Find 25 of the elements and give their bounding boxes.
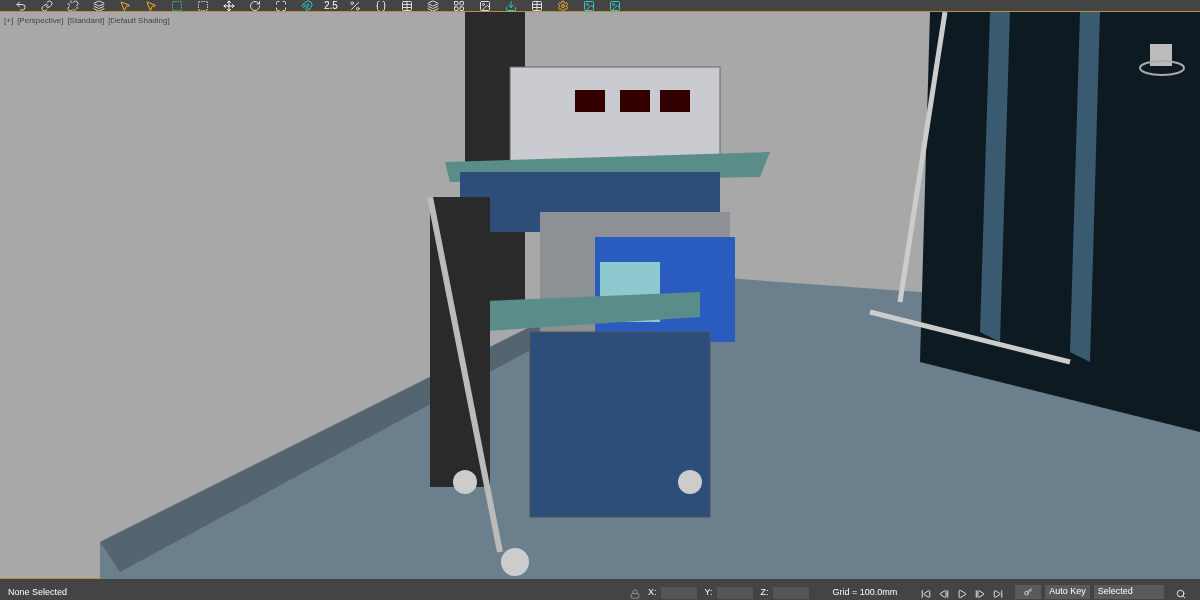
coordinate-label: Y: xyxy=(704,585,713,599)
go-to-end-icon xyxy=(993,589,1004,599)
link-icon[interactable] xyxy=(38,0,56,11)
unlink-icon[interactable] xyxy=(64,0,82,11)
coordinate-label: Z: xyxy=(760,585,769,599)
grid-size: Grid = 100.0mm xyxy=(832,585,898,599)
viewport-label[interactable]: [Default Shading] xyxy=(108,15,170,27)
lock-icon xyxy=(630,589,640,599)
go-to-start-icon xyxy=(921,589,932,599)
snap-value: 2.5 xyxy=(324,0,338,11)
selection-status: None Selected xyxy=(7,585,69,599)
key-filter-dropdown[interactable]: Selected xyxy=(1093,585,1164,599)
snap-icon[interactable] xyxy=(298,0,316,11)
viewport-label[interactable]: [Standard] xyxy=(67,15,105,27)
auto-key-button[interactable]: Auto Key xyxy=(1045,585,1090,599)
next-frame-icon xyxy=(975,589,986,599)
play-icon xyxy=(957,589,968,599)
viewport-label[interactable]: [Perspective] xyxy=(17,15,64,27)
coordinate-label: X: xyxy=(648,585,657,599)
set-key-button[interactable] xyxy=(1015,585,1042,599)
previous-frame-icon xyxy=(939,589,950,599)
layers-icon[interactable] xyxy=(90,0,108,11)
viewport-label[interactable]: [+] xyxy=(4,15,14,27)
key-icon xyxy=(1024,588,1033,596)
search-icon xyxy=(1175,589,1186,599)
